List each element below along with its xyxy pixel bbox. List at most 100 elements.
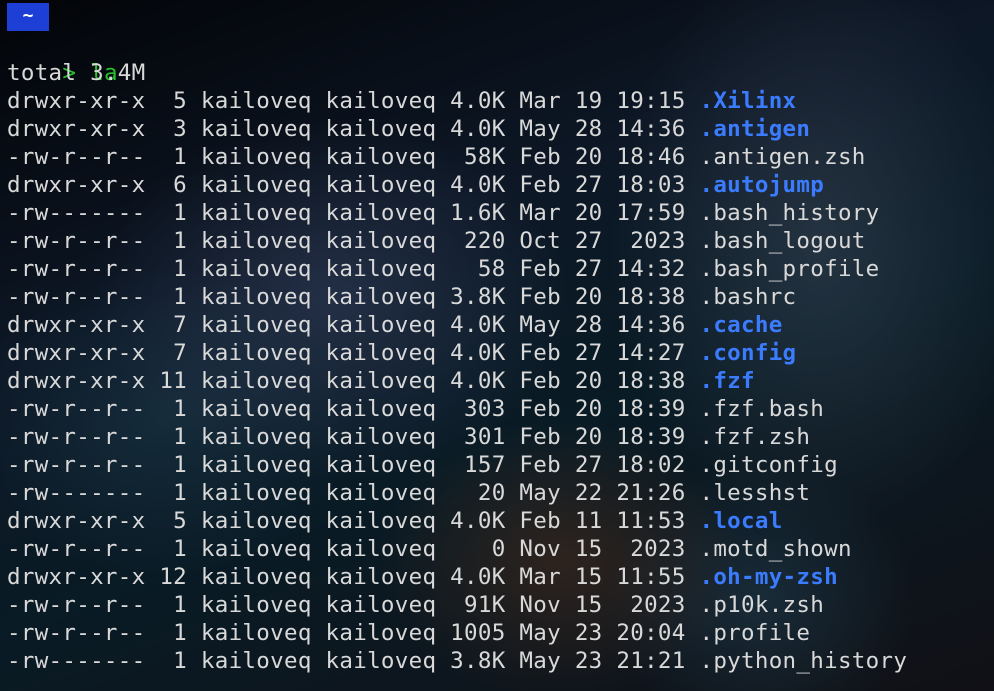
listing-row: -rw-r--r-- 1 kailoveq kailoveq 303 Feb 2… — [7, 395, 824, 423]
entry-day: 27 — [574, 228, 603, 254]
entry-day: 28 — [574, 312, 603, 338]
entry-day: 20 — [574, 200, 603, 226]
file-name: .bash_logout — [699, 228, 866, 254]
entry-day: 28 — [574, 116, 603, 142]
file-name: .profile — [699, 620, 811, 646]
listing-row: drwxr-xr-x 11 kailoveq kailoveq 4.0K Feb… — [7, 367, 755, 395]
directory-name: .local — [699, 508, 783, 534]
total-line: total 3.4M — [7, 60, 146, 86]
entry-group: kailoveq — [325, 256, 437, 282]
entry-time: 11:53 — [616, 508, 686, 534]
listing-row: -rw-r--r-- 1 kailoveq kailoveq 58K Feb 2… — [7, 143, 866, 171]
listing-row: -rw-r--r-- 1 kailoveq kailoveq 0 Nov 15 … — [7, 535, 852, 563]
file-name: .lesshst — [699, 480, 811, 506]
entry-links: 1 — [159, 200, 188, 226]
entry-perm: -rw------- — [7, 200, 146, 226]
entry-user: kailoveq — [200, 144, 312, 170]
entry-perm: -rw-r--r-- — [7, 256, 146, 282]
entry-month: Oct — [519, 228, 561, 254]
entry-day: 23 — [574, 648, 603, 674]
terminal-window[interactable]: ~ > la total 3.4M drwxr-xr-x 5 kailoveq … — [0, 0, 994, 691]
listing-row: -rw------- 1 kailoveq kailoveq 20 May 22… — [7, 479, 810, 507]
entry-time: 18:39 — [616, 396, 686, 422]
entry-size: 4.0K — [450, 368, 506, 394]
listing-row: -rw-r--r-- 1 kailoveq kailoveq 220 Oct 2… — [7, 227, 866, 255]
entry-size: 58 — [450, 256, 506, 282]
file-name: .antigen.zsh — [699, 144, 866, 170]
entry-time: 18:38 — [616, 284, 686, 310]
entry-links: 1 — [159, 284, 188, 310]
file-name: .bashrc — [699, 284, 797, 310]
entry-day: 23 — [574, 620, 603, 646]
entry-links: 11 — [159, 368, 188, 394]
entry-size: 0 — [450, 536, 506, 562]
entry-size: 4.0K — [450, 312, 506, 338]
entry-month: Feb — [519, 256, 561, 282]
entry-perm: -rw-r--r-- — [7, 144, 146, 170]
entry-user: kailoveq — [200, 284, 312, 310]
entry-perm: drwxr-xr-x — [7, 340, 146, 366]
entry-perm: drwxr-xr-x — [7, 368, 146, 394]
file-name: .p10k.zsh — [699, 592, 825, 618]
entry-month: Feb — [519, 424, 561, 450]
entry-group: kailoveq — [325, 536, 437, 562]
entry-links: 7 — [159, 340, 188, 366]
listing-row: -rw-r--r-- 1 kailoveq kailoveq 1005 May … — [7, 619, 810, 647]
entry-month: May — [519, 648, 561, 674]
entry-month: Feb — [519, 144, 561, 170]
listing-row: -rw-r--r-- 1 kailoveq kailoveq 301 Feb 2… — [7, 423, 810, 451]
entry-links: 1 — [159, 228, 188, 254]
entry-size: 4.0K — [450, 508, 506, 534]
entry-size: 4.0K — [450, 340, 506, 366]
entry-user: kailoveq — [200, 312, 312, 338]
entry-perm: drwxr-xr-x — [7, 172, 146, 198]
entry-day: 22 — [574, 480, 603, 506]
directory-name: .config — [699, 340, 797, 366]
entry-group: kailoveq — [325, 284, 437, 310]
entry-links: 1 — [159, 424, 188, 450]
directory-name: .fzf — [699, 368, 755, 394]
entry-group: kailoveq — [325, 172, 437, 198]
entry-user: kailoveq — [200, 592, 312, 618]
entry-user: kailoveq — [200, 480, 312, 506]
entry-perm: drwxr-xr-x — [7, 88, 146, 114]
entry-user: kailoveq — [200, 256, 312, 282]
directory-badge: ~ — [7, 3, 49, 31]
entry-size: 4.0K — [450, 172, 506, 198]
entry-links: 1 — [159, 536, 188, 562]
listing-row: drwxr-xr-x 5 kailoveq kailoveq 4.0K Feb … — [7, 507, 783, 535]
entry-perm: -rw-r--r-- — [7, 592, 146, 618]
entry-group: kailoveq — [325, 228, 437, 254]
listing-row: drwxr-xr-x 7 kailoveq kailoveq 4.0K Feb … — [7, 339, 796, 367]
entry-time: 14:27 — [616, 340, 686, 366]
entry-perm: -rw-r--r-- — [7, 452, 146, 478]
entry-day: 19 — [574, 88, 603, 114]
entry-month: Feb — [519, 368, 561, 394]
listing-row: drwxr-xr-x 7 kailoveq kailoveq 4.0K May … — [7, 311, 783, 339]
entry-month: Feb — [519, 340, 561, 366]
entry-user: kailoveq — [200, 116, 312, 142]
entry-month: Feb — [519, 284, 561, 310]
entry-user: kailoveq — [200, 340, 312, 366]
entry-time: 14:36 — [616, 116, 686, 142]
entry-perm: -rw-r--r-- — [7, 424, 146, 450]
entry-group: kailoveq — [325, 340, 437, 366]
entry-month: May — [519, 480, 561, 506]
entry-month: Mar — [519, 200, 561, 226]
entry-size: 4.0K — [450, 116, 506, 142]
listing-row: -rw-r--r-- 1 kailoveq kailoveq 91K Nov 1… — [7, 591, 824, 619]
file-name: .fzf.bash — [699, 396, 825, 422]
entry-group: kailoveq — [325, 564, 437, 590]
entry-size: 20 — [450, 480, 506, 506]
directory-name: .cache — [699, 312, 783, 338]
entry-user: kailoveq — [200, 228, 312, 254]
entry-links: 5 — [159, 88, 188, 114]
entry-time: 21:26 — [616, 480, 686, 506]
entry-group: kailoveq — [325, 396, 437, 422]
entry-user: kailoveq — [200, 368, 312, 394]
entry-group: kailoveq — [325, 144, 437, 170]
entry-day: 27 — [574, 172, 603, 198]
entry-links: 1 — [159, 480, 188, 506]
entry-user: kailoveq — [200, 564, 312, 590]
entry-group: kailoveq — [325, 452, 437, 478]
